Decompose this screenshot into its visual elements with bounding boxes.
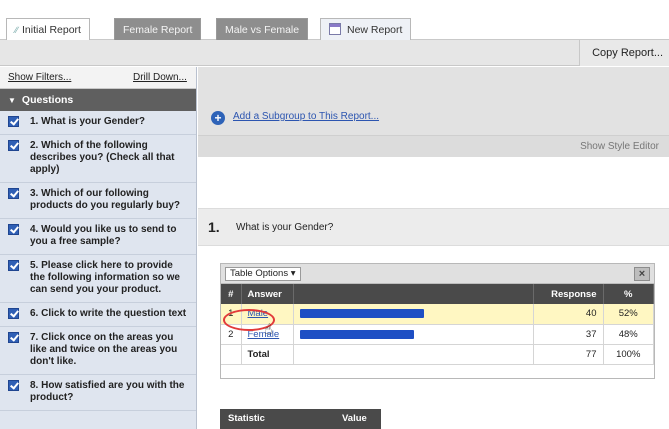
table-row: 1 Male 40 52% (221, 304, 654, 325)
table-total-row: Total 77 100% (221, 344, 654, 365)
style-editor-bar: Show Style Editor (198, 135, 669, 157)
question-item[interactable]: 3. Which of our following products do yo… (0, 183, 196, 219)
question-label: 8. How satisfied are you with the produc… (30, 380, 185, 403)
bar-cell (293, 304, 534, 325)
new-document-icon (329, 23, 341, 35)
checkbox-checked[interactable] (8, 224, 19, 235)
bar-cell (293, 324, 534, 345)
add-plus-icon[interactable]: + (211, 111, 225, 125)
copy-report-button[interactable]: Copy Report... (579, 40, 669, 66)
tab-label: New Report (347, 24, 403, 36)
response-percent: 48% (603, 324, 654, 345)
response-bar (299, 309, 424, 319)
question-label: 7. Click once on the areas you like and … (30, 332, 178, 367)
question-item[interactable]: 2. Which of the following describes you?… (0, 135, 196, 183)
tab-label: Initial Report (22, 24, 81, 36)
close-icon[interactable]: × (634, 267, 650, 281)
question-label: 5. Please click here to provide the foll… (30, 260, 180, 295)
collapse-triangle-icon: ▼ (8, 96, 16, 105)
drill-down-link[interactable]: Drill Down... (133, 72, 187, 83)
checkbox-checked[interactable] (8, 140, 19, 151)
checkbox-checked[interactable] (8, 260, 19, 271)
tab-label: Female Report (123, 24, 193, 36)
checkbox-checked[interactable] (8, 188, 19, 199)
question-item[interactable]: 5. Please click here to provide the foll… (0, 255, 196, 303)
response-bar (299, 329, 414, 339)
add-subgroup[interactable]: + Add a Subgroup to This Report... (211, 111, 379, 125)
questions-header-label: Questions (21, 94, 74, 106)
stat-header-value: Value (342, 413, 367, 424)
table-header-row: # Answer Response % (221, 284, 654, 304)
question-label: 3. Which of our following products do yo… (30, 188, 181, 211)
column-header-response: Response (533, 284, 604, 304)
sidebar-links: Show Filters... Drill Down... (0, 67, 196, 89)
question-number: 1. (208, 219, 220, 235)
tab-label: Male vs Female (225, 24, 300, 36)
response-count: 40 (533, 304, 604, 325)
question-item[interactable]: 8. How satisfied are you with the produc… (0, 375, 196, 411)
table-options-dropdown[interactable]: Table Options ▾ (225, 267, 301, 281)
statistic-table-header: Statistic Value (220, 409, 381, 429)
question-item[interactable]: 1. What is your Gender? (0, 111, 196, 135)
question-label: 1. What is your Gender? (30, 116, 146, 127)
checkbox-checked[interactable] (8, 116, 19, 127)
stat-header-statistic: Statistic (228, 413, 265, 424)
questions-sidebar: Show Filters... Drill Down... ▼ Questions… (0, 67, 197, 429)
chevron-down-icon: ▾ (290, 268, 296, 279)
chart-icon: ∕∕ (15, 25, 19, 35)
question-item[interactable]: 4. Would you like us to send to you a fr… (0, 219, 196, 255)
questions-header[interactable]: ▼ Questions (0, 89, 196, 111)
tab-male-vs-female[interactable]: Male vs Female (216, 18, 309, 40)
response-table: # Answer Response % 1 Male 40 52% 2 Fema… (221, 284, 654, 365)
question-title: What is your Gender? (236, 222, 334, 233)
column-header-number: # (221, 284, 242, 304)
tab-new-report[interactable]: New Report (320, 18, 412, 40)
total-percent: 100% (603, 344, 654, 365)
tab-initial-report[interactable]: ∕∕ Initial Report (6, 18, 90, 41)
column-header-answer: Answer (241, 284, 294, 304)
question-label: 2. Which of the following describes you?… (30, 140, 175, 175)
response-table-panel: Table Options ▾ × # Answer Response % 1 … (220, 263, 655, 379)
report-main: + Add a Subgroup to This Report... Show S… (198, 67, 669, 429)
show-style-editor-link[interactable]: Show Style Editor (580, 141, 659, 152)
question-item[interactable]: 6. Click to write the question text (0, 303, 196, 327)
response-percent: 52% (603, 304, 654, 325)
checkbox-checked[interactable] (8, 308, 19, 319)
question-title-bar: 1. What is your Gender? (198, 208, 669, 246)
row-number-empty (221, 344, 242, 365)
table-options-row: Table Options ▾ × (221, 264, 654, 284)
report-tabs: ∕∕ Initial Report Female Report Male vs F… (0, 0, 669, 41)
table-options-label: Table Options (230, 268, 289, 279)
column-header-bar (293, 284, 534, 304)
table-row: 2 Female 37 48% (221, 324, 654, 345)
bar-cell-empty (293, 344, 534, 365)
total-label: Total (241, 344, 294, 365)
checkbox-checked[interactable] (8, 380, 19, 391)
response-count: 37 (533, 324, 604, 345)
checkbox-checked[interactable] (8, 332, 19, 343)
show-filters-link[interactable]: Show Filters... (8, 72, 71, 83)
add-subgroup-link[interactable]: Add a Subgroup to This Report... (233, 111, 379, 122)
report-toolbar: Copy Report... (0, 40, 669, 66)
tab-female-report[interactable]: Female Report (114, 18, 202, 40)
question-label: 4. Would you like us to send to you a fr… (30, 224, 177, 247)
column-header-percent: % (603, 284, 654, 304)
question-item[interactable]: 7. Click once on the areas you like and … (0, 327, 196, 375)
question-label: 6. Click to write the question text (30, 308, 187, 319)
total-count: 77 (533, 344, 604, 365)
